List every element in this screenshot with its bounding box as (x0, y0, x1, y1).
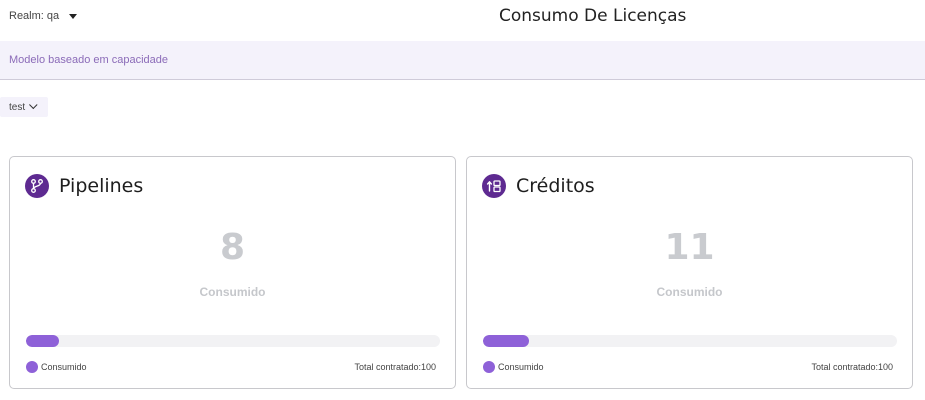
card-title: Pipelines (59, 175, 144, 197)
card-header: Pipelines (25, 174, 143, 198)
consumed-value: 11 (664, 227, 715, 268)
total-contracted: Total contratado:100 (354, 362, 436, 372)
total-contracted: Total contratado:100 (811, 362, 893, 372)
environment-select-value: test (9, 101, 26, 113)
legend-dot-icon (26, 361, 38, 373)
progress-bar-fill (483, 335, 529, 347)
realm-label: Realm: qa (9, 10, 60, 22)
legend-label: Consumido (41, 362, 87, 372)
realm-dropdown[interactable]: Realm: qa (9, 10, 78, 22)
progress-bar (26, 335, 440, 347)
environment-select[interactable]: test (0, 97, 48, 117)
git-branch-icon (25, 174, 49, 198)
legend-dot-icon (483, 361, 495, 373)
progress-bar (483, 335, 897, 347)
model-strip: Modelo baseado em capacidade (0, 41, 925, 80)
consumed-value: 8 (219, 227, 246, 268)
legend: Consumido (26, 361, 87, 373)
progress-bar-fill (26, 335, 60, 347)
consumed-label: Consumido (656, 285, 723, 299)
caret-down-icon (69, 13, 78, 19)
consumed-label: Consumido (199, 285, 266, 299)
page-title: Consumo De Licenças (499, 6, 687, 26)
top-bar: Realm: qa Consumo De Licenças (0, 0, 925, 40)
credits-card: Créditos 11 Consumido Consumido Total co… (466, 156, 913, 389)
legend-label: Consumido (498, 362, 544, 372)
pipelines-card: Pipelines 8 Consumido Consumido Total co… (9, 156, 456, 389)
credits-exchange-icon (482, 174, 506, 198)
card-header: Créditos (482, 174, 595, 198)
chevron-down-icon (29, 100, 38, 110)
model-strip-text: Modelo baseado em capacidade (9, 54, 169, 66)
card-title: Créditos (516, 175, 595, 197)
legend: Consumido (483, 361, 544, 373)
